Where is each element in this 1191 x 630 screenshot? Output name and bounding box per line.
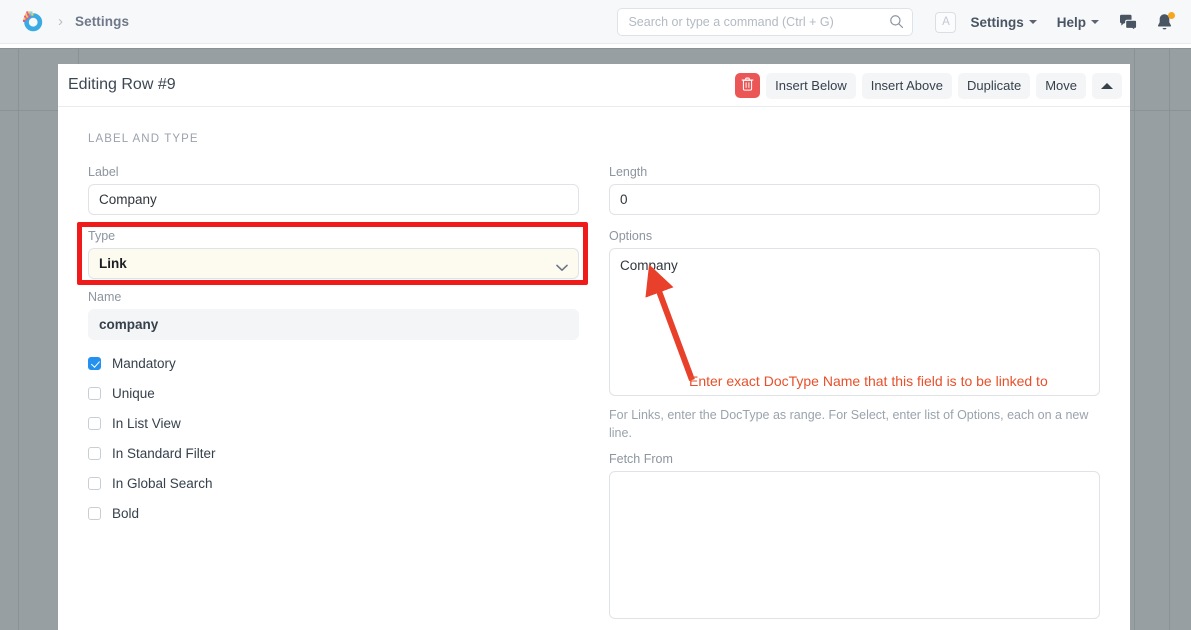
nav-settings-dropdown[interactable]: Settings bbox=[970, 15, 1036, 30]
section-title-label-and-type: LABEL AND TYPE bbox=[88, 133, 1100, 145]
field-length: Length bbox=[609, 165, 1100, 215]
length-input[interactable] bbox=[609, 184, 1100, 215]
checkbox-row-bold[interactable]: Bold bbox=[88, 498, 579, 528]
search-input[interactable] bbox=[617, 8, 913, 36]
bold-label: Bold bbox=[112, 506, 139, 521]
field-name: Name bbox=[88, 290, 579, 340]
chevron-down-icon bbox=[1029, 20, 1037, 24]
navbar-left: › Settings bbox=[0, 9, 129, 35]
in-list-view-label: In List View bbox=[112, 416, 181, 431]
trash-icon bbox=[741, 77, 754, 94]
field-fetch-from: Fetch From bbox=[609, 452, 1100, 624]
breadcrumb[interactable]: Settings bbox=[75, 14, 129, 29]
type-select[interactable]: Link bbox=[88, 248, 579, 279]
in-standard-filter-checkbox[interactable] bbox=[88, 447, 101, 460]
nav-help-label: Help bbox=[1057, 15, 1086, 30]
insert-above-button[interactable]: Insert Above bbox=[862, 73, 952, 99]
name-input[interactable] bbox=[88, 309, 579, 340]
options-help-text: For Links, enter the DocType as range. F… bbox=[609, 406, 1097, 442]
mandatory-label: Mandatory bbox=[112, 356, 176, 371]
fetch-from-textarea[interactable] bbox=[609, 471, 1100, 619]
modal-header: Editing Row #9 Insert Below Insert A bbox=[58, 64, 1130, 107]
checkbox-row-in-list-view[interactable]: In List View bbox=[88, 408, 579, 438]
checkbox-row-unique[interactable]: Unique bbox=[88, 378, 579, 408]
field-label: Label bbox=[88, 165, 579, 215]
backdrop-grid-line bbox=[0, 48, 1191, 49]
bell-icon[interactable] bbox=[1156, 13, 1173, 32]
options-textarea[interactable] bbox=[609, 248, 1100, 396]
modal-body: LABEL AND TYPE Label Type Link bbox=[58, 107, 1130, 630]
checkbox-row-in-standard-filter[interactable]: In Standard Filter bbox=[88, 438, 579, 468]
frappe-logo-icon[interactable] bbox=[20, 9, 46, 35]
avatar[interactable]: A bbox=[935, 12, 956, 33]
chevron-right-icon: › bbox=[56, 14, 65, 29]
checkbox-row-mandatory[interactable]: Mandatory bbox=[88, 348, 579, 378]
backdrop-grid-line bbox=[1169, 48, 1170, 630]
chevron-down-icon bbox=[1091, 20, 1099, 24]
label-input[interactable] bbox=[88, 184, 579, 215]
unique-label: Unique bbox=[112, 386, 155, 401]
nav-settings-label: Settings bbox=[970, 15, 1023, 30]
mandatory-checkbox[interactable] bbox=[88, 357, 101, 370]
modal-title: Editing Row #9 bbox=[58, 76, 176, 94]
bold-checkbox[interactable] bbox=[88, 507, 101, 520]
form-columns: Label Type Link bbox=[88, 165, 1100, 630]
notification-dot bbox=[1168, 12, 1175, 19]
type-select-wrap: Link bbox=[88, 248, 579, 279]
name-field-label: Name bbox=[88, 290, 579, 304]
backdrop-grid-line bbox=[18, 48, 19, 630]
duplicate-button[interactable]: Duplicate bbox=[958, 73, 1030, 99]
search-icon[interactable] bbox=[889, 14, 904, 29]
move-button[interactable]: Move bbox=[1036, 73, 1086, 99]
navbar-right: A Settings Help bbox=[617, 0, 1191, 44]
chevron-up-icon bbox=[1101, 83, 1113, 89]
field-type: Type Link bbox=[88, 229, 579, 279]
form-column-right: Length Options For Links, enter the DocT… bbox=[609, 165, 1100, 630]
in-standard-filter-label: In Standard Filter bbox=[112, 446, 216, 461]
collapse-button[interactable] bbox=[1092, 73, 1122, 99]
modal-toolbar: Insert Below Insert Above Duplicate Move bbox=[735, 64, 1122, 107]
field-options: Options For Links, enter the DocType as … bbox=[609, 229, 1100, 442]
search-box[interactable] bbox=[617, 8, 913, 36]
unique-checkbox[interactable] bbox=[88, 387, 101, 400]
type-field-label: Type bbox=[88, 229, 579, 243]
in-global-search-label: In Global Search bbox=[112, 476, 213, 491]
form-column-left: Label Type Link bbox=[88, 165, 579, 630]
screen-root: Cu date bbox=[0, 0, 1191, 630]
fetch-from-field-label: Fetch From bbox=[609, 452, 1100, 466]
top-navbar: › Settings A Settings Help bbox=[0, 0, 1191, 44]
label-field-label: Label bbox=[88, 165, 579, 179]
chat-bubble-icon[interactable] bbox=[1119, 14, 1138, 31]
edit-row-modal: Editing Row #9 Insert Below Insert A bbox=[58, 64, 1130, 630]
in-global-search-checkbox[interactable] bbox=[88, 477, 101, 490]
insert-below-button[interactable]: Insert Below bbox=[766, 73, 856, 99]
length-field-label: Length bbox=[609, 165, 1100, 179]
options-field-label: Options bbox=[609, 229, 1100, 243]
in-list-view-checkbox[interactable] bbox=[88, 417, 101, 430]
backdrop-grid-line bbox=[1134, 48, 1135, 630]
checkbox-row-in-global-search[interactable]: In Global Search bbox=[88, 468, 579, 498]
delete-row-button[interactable] bbox=[735, 73, 760, 98]
nav-help-dropdown[interactable]: Help bbox=[1057, 15, 1099, 30]
